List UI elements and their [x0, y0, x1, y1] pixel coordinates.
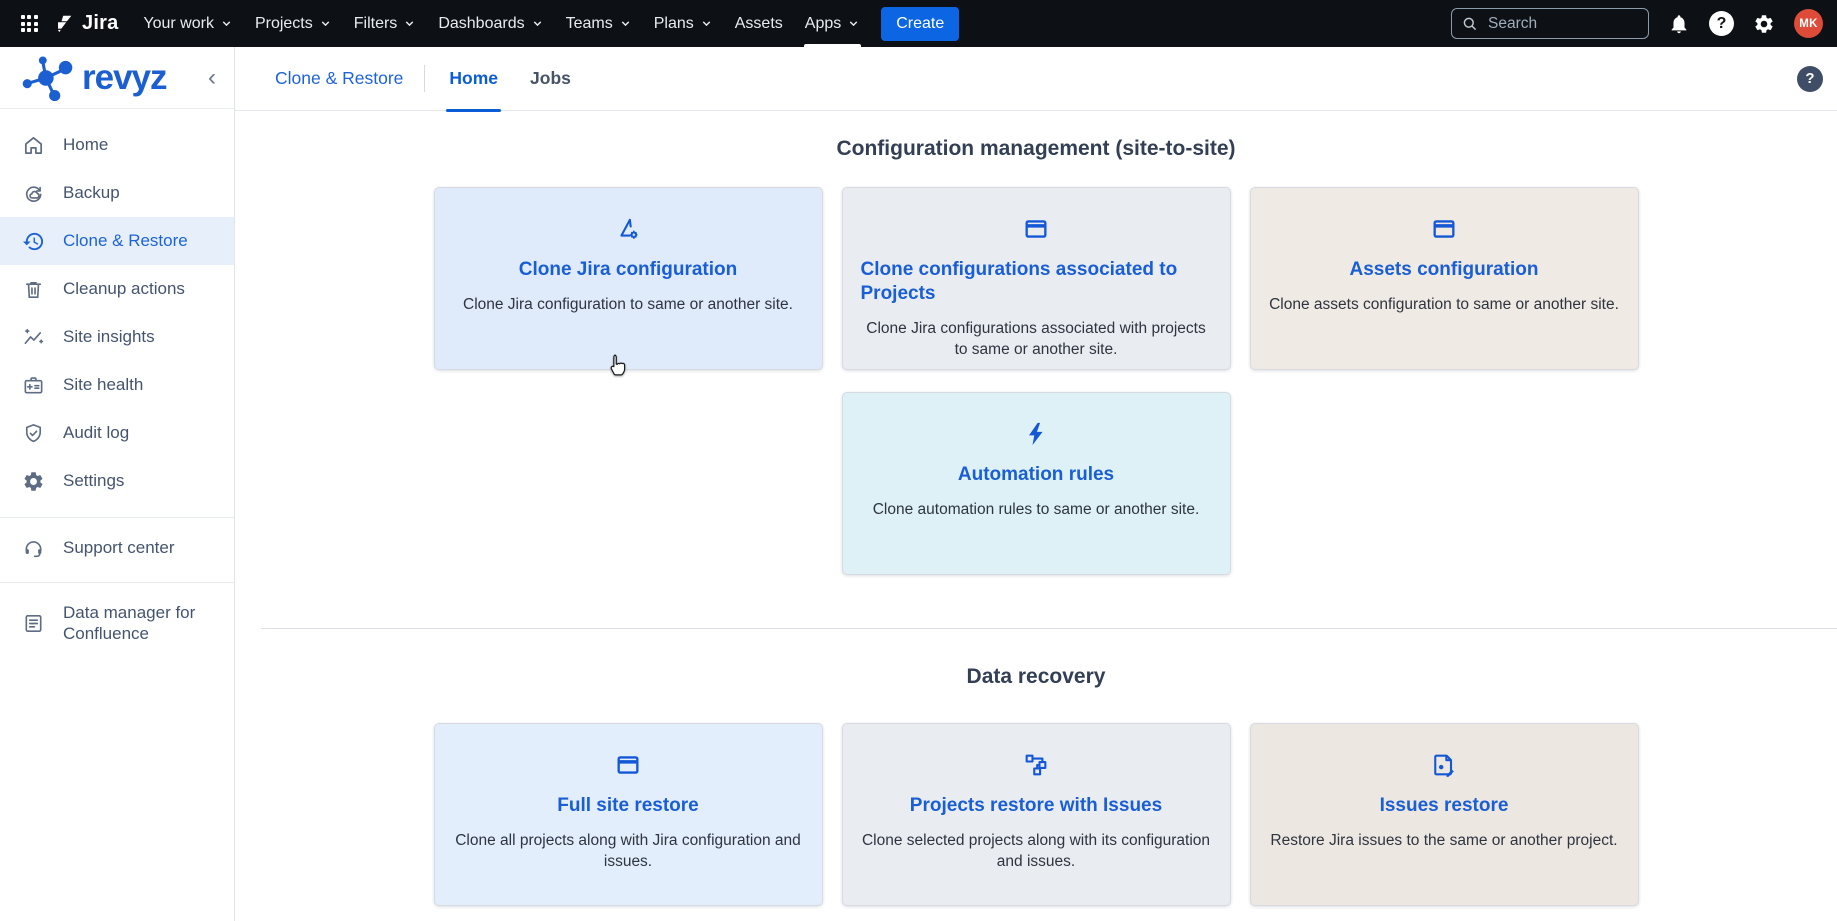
section-title-data-recovery: Data recovery — [235, 629, 1837, 689]
sidebar-item-home[interactable]: Home — [0, 121, 234, 169]
shield-check-icon — [22, 422, 45, 445]
sidebar-item-settings[interactable]: Settings — [0, 457, 234, 505]
create-button[interactable]: Create — [881, 7, 959, 41]
sidebar-item-data-manager-confluence[interactable]: Data manager for Confluence — [0, 591, 234, 655]
browser-window-icon — [861, 213, 1212, 245]
tab-jobs[interactable]: Jobs — [527, 47, 574, 111]
card-title: Issues restore — [1269, 794, 1620, 818]
card-automation-rules[interactable]: Automation rules Clone automation rules … — [842, 392, 1231, 575]
card-clone-jira-configuration[interactable]: Clone Jira configuration Clone Jira conf… — [434, 187, 823, 370]
divider — [0, 582, 234, 583]
card-title: Full site restore — [453, 794, 804, 818]
nav-dashboards[interactable]: Dashboards — [427, 0, 554, 47]
trash-icon — [22, 278, 45, 301]
headset-icon — [22, 537, 45, 560]
revyz-sidebar: revyz ‹ Home Backup — [0, 47, 235, 921]
card-title: Projects restore with Issues — [861, 794, 1212, 818]
card-description: Clone Jira configuration to same or anot… — [453, 294, 804, 315]
chevron-down-icon — [403, 17, 416, 30]
sidebar-item-audit-log[interactable]: Audit log — [0, 409, 234, 457]
sidebar-item-clone-restore[interactable]: Clone & Restore — [0, 217, 234, 265]
settings-gear-icon[interactable] — [1753, 13, 1775, 35]
lightning-icon — [861, 418, 1212, 450]
divider — [424, 65, 425, 92]
notifications-bell-icon[interactable] — [1668, 13, 1690, 35]
nav-filters[interactable]: Filters — [343, 0, 428, 47]
card-description: Clone selected projects along with its c… — [861, 830, 1212, 873]
page-title: Clone & Restore — [275, 68, 403, 89]
section-title-configuration-management: Configuration management (site-to-site) — [235, 111, 1837, 161]
browser-window-icon — [1269, 213, 1620, 245]
nav-assets[interactable]: Assets — [724, 0, 794, 47]
search-icon — [1462, 16, 1478, 32]
card-assets-configuration[interactable]: Assets configuration Clone assets config… — [1250, 187, 1639, 370]
sidebar-item-support-center[interactable]: Support center — [0, 524, 234, 572]
card-full-site-restore[interactable]: Full site restore Clone all projects alo… — [434, 723, 823, 906]
sidebar-item-cleanup-actions[interactable]: Cleanup actions — [0, 265, 234, 313]
gear-icon — [22, 470, 45, 493]
jira-logo[interactable]: Jira — [54, 12, 118, 35]
global-search[interactable] — [1451, 8, 1649, 39]
document-icon — [22, 612, 45, 635]
sidebar-collapse-icon[interactable]: ‹ — [202, 64, 222, 92]
jira-logo-icon — [54, 13, 75, 34]
chevron-down-icon — [700, 17, 713, 30]
page-help-icon[interactable]: ? — [1797, 66, 1823, 92]
card-title: Clone Jira configuration — [453, 258, 804, 282]
nav-plans[interactable]: Plans — [643, 0, 724, 47]
sidebar-item-site-insights[interactable]: Site insights — [0, 313, 234, 361]
browser-window-icon — [453, 749, 804, 781]
health-card-icon — [22, 374, 45, 397]
card-clone-configurations-projects[interactable]: Clone configurations associated to Proje… — [842, 187, 1231, 370]
nav-projects[interactable]: Projects — [244, 0, 343, 47]
trend-sparkle-icon — [22, 326, 45, 349]
card-title: Clone configurations associated to Proje… — [861, 258, 1212, 306]
sitemap-icon — [861, 749, 1212, 781]
card-description: Clone Jira configurations associated wit… — [861, 318, 1212, 361]
help-icon[interactable]: ? — [1709, 11, 1734, 36]
revyz-logo-icon — [20, 55, 78, 101]
architecture-gear-icon — [453, 213, 804, 245]
divider — [0, 517, 234, 518]
sidebar-item-backup[interactable]: Backup — [0, 169, 234, 217]
tab-home[interactable]: Home — [446, 47, 501, 111]
chevron-down-icon — [319, 17, 332, 30]
clock-restore-icon — [22, 230, 45, 253]
chevron-down-icon — [847, 17, 860, 30]
nav-teams[interactable]: Teams — [555, 0, 643, 47]
app-switcher-icon[interactable] — [12, 7, 46, 41]
chevron-down-icon — [220, 17, 233, 30]
search-input[interactable] — [1486, 14, 1638, 34]
user-avatar[interactable]: MK — [1794, 9, 1823, 38]
page-header: Clone & Restore Home Jobs ? — [235, 47, 1837, 111]
jira-top-bar: Jira Your work Projects Filters Dashboar… — [0, 0, 1837, 47]
nav-your-work[interactable]: Your work — [132, 0, 244, 47]
page-content: Configuration management (site-to-site) … — [235, 111, 1837, 921]
card-description: Restore Jira issues to the same or anoth… — [1269, 830, 1620, 851]
card-title: Assets configuration — [1269, 258, 1620, 282]
home-icon — [22, 134, 45, 157]
card-description: Clone automation rules to same or anothe… — [861, 499, 1212, 520]
card-description: Clone assets configuration to same or an… — [1269, 294, 1620, 315]
card-issues-restore[interactable]: Issues restore Restore Jira issues to th… — [1250, 723, 1639, 906]
card-projects-restore-with-issues[interactable]: Projects restore with Issues Clone selec… — [842, 723, 1231, 906]
sidebar-item-site-health[interactable]: Site health — [0, 361, 234, 409]
card-description: Clone all projects along with Jira confi… — [453, 830, 804, 873]
revyz-brand-name: revyz — [82, 58, 167, 98]
document-edit-icon — [1269, 749, 1620, 781]
jira-product-name: Jira — [82, 12, 118, 35]
nav-apps[interactable]: Apps — [794, 0, 871, 47]
card-title: Automation rules — [861, 463, 1212, 487]
chevron-down-icon — [619, 17, 632, 30]
cloud-backup-icon — [22, 182, 45, 205]
chevron-down-icon — [531, 17, 544, 30]
